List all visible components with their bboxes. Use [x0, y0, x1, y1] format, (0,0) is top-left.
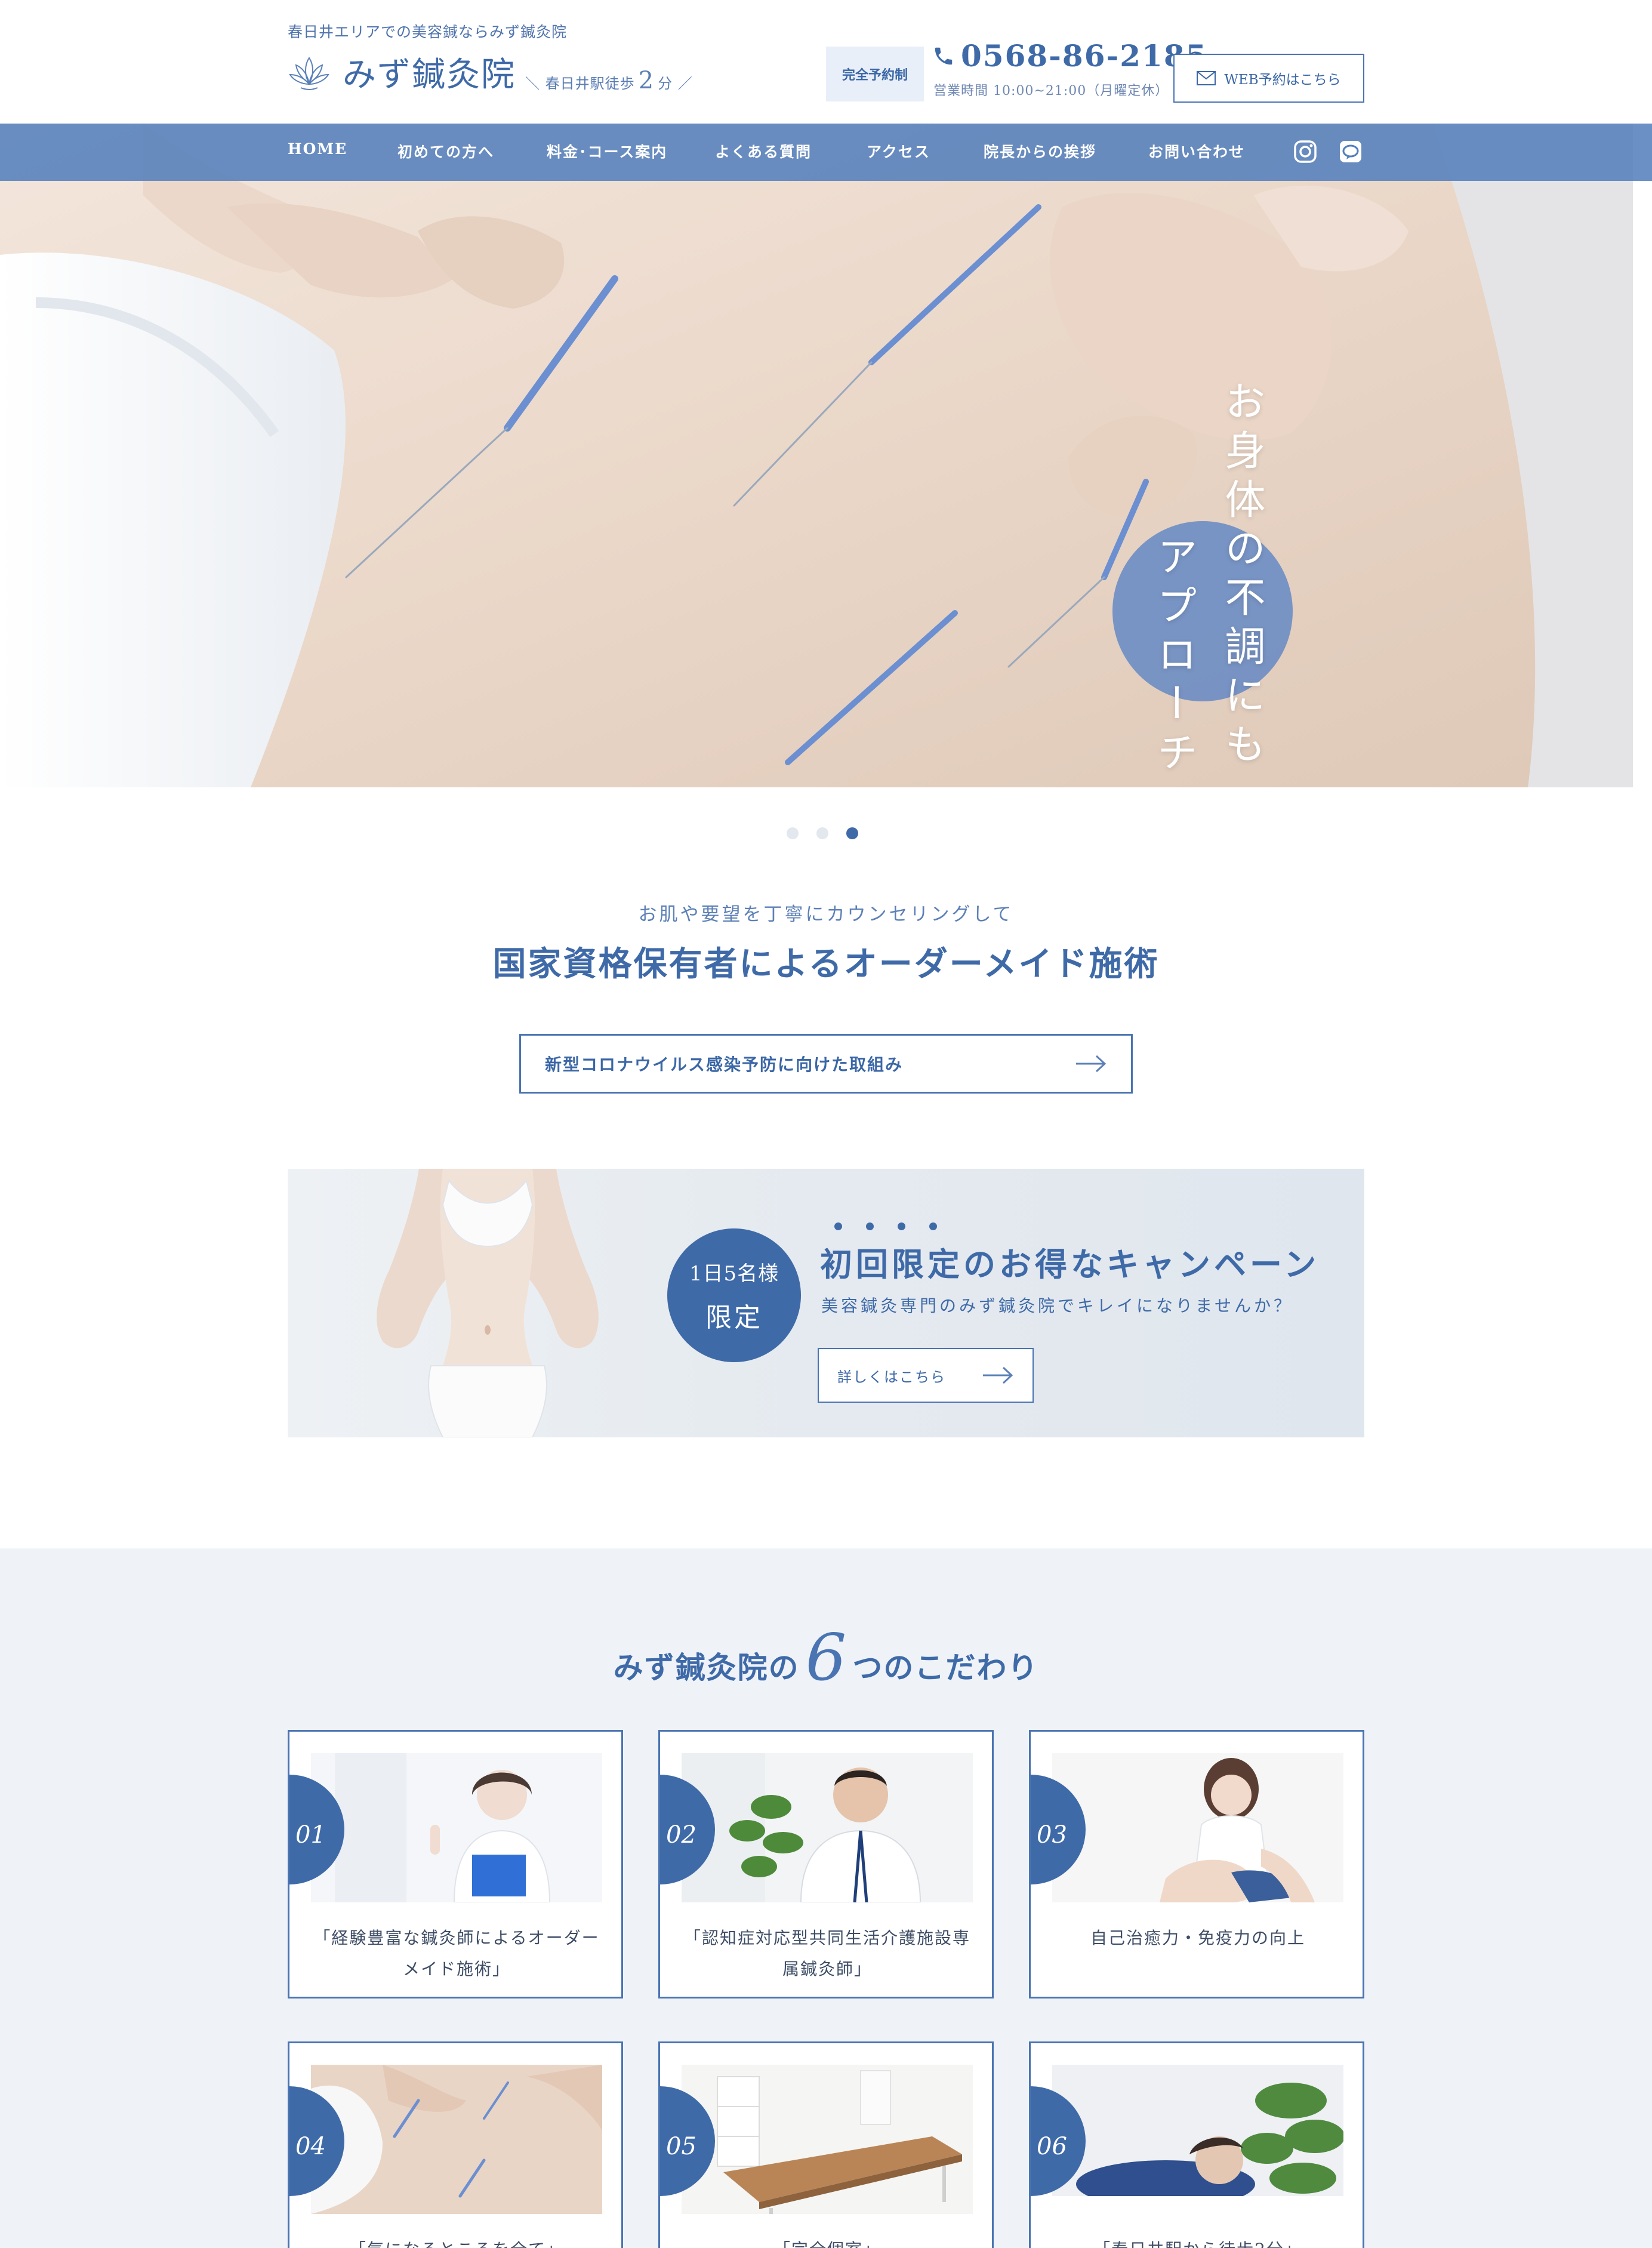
business-hours: 営業時間 10:00~21:00（月曜定休）	[933, 84, 1169, 98]
phone-number: 0568-86-2185	[961, 38, 1208, 73]
feature-card-01[interactable]: 01 「経験豊富な鍼灸師によるオーダーメイド施術」	[288, 1730, 623, 1998]
hero-slider: HOME 初めての方へ 料金･コース案内 よくある質問 アクセス 院長からの挨拶…	[0, 124, 1652, 787]
card-number: 05	[666, 2133, 696, 2160]
features-heading-prefix: みず鍼灸院の	[613, 1650, 800, 1685]
intro-subtitle: お肌や要望を丁寧にカウンセリングして	[638, 904, 1014, 925]
reservation-badge: 完全予約制	[826, 47, 924, 101]
campaign-title: 初回限定のお得なキャンペーン	[820, 1245, 1320, 1283]
instagram-icon[interactable]	[1293, 139, 1318, 164]
campaign-details-label: 詳しくはこちら	[837, 1368, 946, 1385]
slider-pagination	[787, 827, 858, 839]
nav-item-home[interactable]: HOME	[288, 140, 347, 158]
campaign-banner[interactable]: 1日5名様 限定 初回限定のお得なキャンペーン 美容鍼灸専門のみず鍼灸院でキレイ…	[288, 1169, 1364, 1437]
limited-badge-top: 1日5名様	[689, 1261, 779, 1286]
hero-edge	[1633, 124, 1652, 787]
card-text: 「認知症対応型共同生活介護施設専属鍼灸師」	[683, 1928, 970, 1979]
station-info: ＼ 春日井駅徒歩 2 分 ／	[525, 67, 693, 94]
card-number: 02	[666, 1821, 696, 1849]
features-heading: みず鍼灸院の 6 つのこだわり	[0, 1626, 1652, 1690]
station-prefix: ＼ 春日井駅徒歩	[525, 75, 635, 92]
card-number: 03	[1037, 1821, 1067, 1849]
nav-item-greeting[interactable]: 院長からの挨拶	[984, 140, 1096, 162]
features-heading-suffix: つのこだわり	[852, 1650, 1039, 1685]
intro-title: 国家資格保有者によるオーダーメイド施術	[492, 944, 1160, 984]
nav-item-pricing[interactable]: 料金･コース案内	[547, 140, 667, 162]
acupuncture-hero-image	[0, 124, 1633, 787]
card-text: 「完全個室」	[678, 2234, 976, 2248]
woman-relaxing-photo	[1052, 1753, 1343, 1902]
card-number: 06	[1037, 2133, 1067, 2160]
nav-item-contact[interactable]: お問い合わせ	[1148, 140, 1245, 162]
phone-link[interactable]: 0568-86-2185	[932, 38, 1207, 73]
hero-copy-line-1: お身体の不調にも	[1218, 380, 1265, 772]
feature-card-06[interactable]: 06 「春日井駅から徒歩2分」	[1029, 2041, 1364, 2248]
limited-badge-bottom: 限定	[705, 1302, 763, 1333]
card-text: 「気になるところを全て」	[307, 2234, 606, 2248]
hero-copy-line-2: アプローチ	[1149, 535, 1197, 780]
card-text: 「経験豊富な鍼灸師によるオーダーメイド施術」	[313, 1928, 600, 1979]
station-minutes: 2	[638, 67, 655, 94]
lotus-logo-icon	[289, 56, 329, 90]
mail-icon	[1197, 71, 1216, 85]
campaign-subtitle: 美容鍼灸専門のみず鍼灸院でキレイになりませんか？	[821, 1296, 1294, 1316]
card-text: 「春日井駅から徒歩2分」	[1049, 2234, 1347, 2248]
card-number: 01	[295, 1821, 326, 1849]
slider-dot-1[interactable]	[787, 827, 799, 839]
covid-measures-button[interactable]: 新型コロナウイルス感染予防に向けた取組み	[519, 1034, 1133, 1094]
header-tagline: 春日井エリアでの美容鍼ならみず鍼灸院	[288, 23, 568, 41]
limited-badge: 1日5名様 限定	[667, 1228, 801, 1362]
feature-card-05[interactable]: 05 「完全個室」	[658, 2041, 994, 2248]
slider-dot-2[interactable]	[816, 827, 828, 839]
card-number: 04	[295, 2133, 326, 2160]
site-logo[interactable]: みず鍼灸院	[286, 48, 516, 96]
nav-item-access[interactable]: アクセス	[867, 140, 930, 162]
covid-measures-label: 新型コロナウイルス感染予防に向けた取組み	[545, 1055, 904, 1074]
web-reservation-button[interactable]: WEB予約はこちら	[1173, 54, 1364, 103]
relaxation-photo	[1052, 2065, 1343, 2214]
campaign-details-button[interactable]: 詳しくはこちら	[818, 1348, 1034, 1403]
phone-icon	[935, 47, 953, 64]
feature-card-04[interactable]: 04 「気になるところを全て」	[288, 2041, 623, 2248]
site-header: 春日井エリアでの美容鍼ならみず鍼灸院 みず鍼灸院 ＼ 春日井駅徒歩 2 分 ／ …	[0, 0, 1652, 124]
features-section: みず鍼灸院の 6 つのこだわり 01 「経験豊富な鍼灸師によるオーダーメイド施術…	[0, 1548, 1652, 2248]
feature-card-02[interactable]: 02 「認知症対応型共同生活介護施設専属鍼灸師」	[658, 1730, 994, 1998]
treatment-room-photo	[682, 2065, 973, 2214]
staff-photo	[311, 1753, 602, 1902]
logo-text: みず鍼灸院	[343, 56, 516, 94]
feature-card-03[interactable]: 03 自己治癒力・免疫力の向上	[1029, 1730, 1364, 1998]
card-text: 自己治癒力・免疫力の向上	[1090, 1928, 1305, 1948]
line-icon[interactable]	[1338, 139, 1363, 164]
web-reservation-label: WEB予約はこちら	[1224, 72, 1341, 88]
nav-item-faq[interactable]: よくある質問	[715, 140, 812, 162]
nav-item-first-time[interactable]: 初めての方へ	[397, 140, 494, 162]
features-heading-number: 6	[805, 1621, 847, 1695]
main-nav: HOME 初めての方へ 料金･コース案内 よくある質問 アクセス 院長からの挨拶…	[0, 124, 1652, 181]
practitioner-photo	[682, 1753, 973, 1902]
station-suffix: 分 ／	[658, 75, 693, 92]
emphasis-dots	[834, 1222, 937, 1230]
model-photo	[377, 1169, 599, 1437]
slider-dot-3[interactable]	[846, 827, 858, 839]
acupuncture-photo	[311, 2065, 602, 2214]
arrow-right-icon	[1076, 1055, 1107, 1073]
arrow-right-icon	[983, 1366, 1013, 1384]
